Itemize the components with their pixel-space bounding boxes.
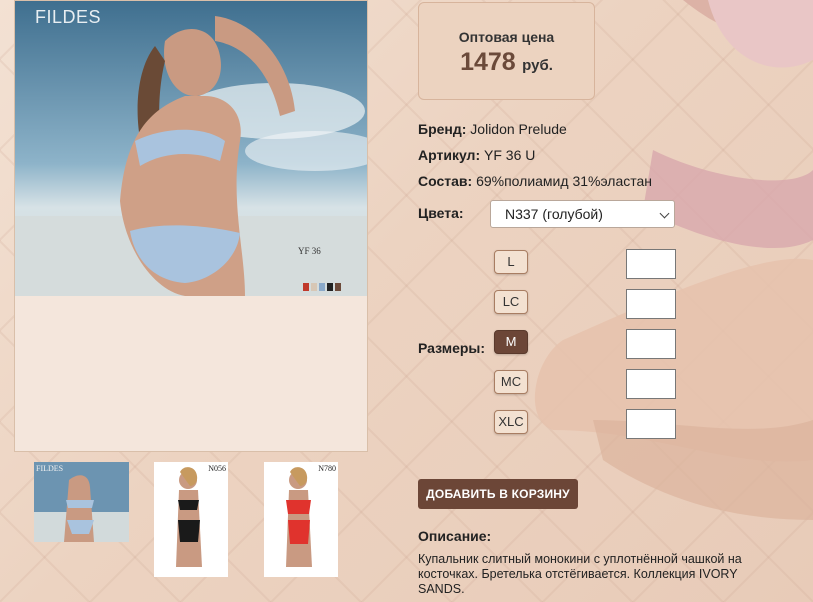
brand-value: Jolidon Prelude (470, 121, 567, 137)
thumbnail-label: FILDES (36, 464, 64, 473)
sizes-label: Размеры: (418, 340, 486, 356)
price-label: Оптовая цена (458, 29, 555, 45)
quantity-input-xlc[interactable] (626, 409, 676, 439)
thumbnail-image-red (264, 462, 338, 577)
article-label: Артикул: (418, 147, 481, 163)
thumbnail-2[interactable]: N056 (154, 462, 228, 577)
add-to-cart-button[interactable]: ДОБАВИТЬ В КОРЗИНУ (418, 479, 578, 509)
size-button-xlc[interactable]: XLC (494, 410, 528, 434)
composition-value: 69%полиамид 31%эластан (476, 173, 653, 189)
photo-model-code: YF 36 (298, 246, 321, 256)
size-button-l[interactable]: L (494, 250, 528, 274)
quantity-input-lc[interactable] (626, 289, 676, 319)
composition-row: Состав: 69%полиамид 31%эластан (418, 173, 652, 189)
quantity-input-m[interactable] (626, 329, 676, 359)
color-select-value: N337 (голубой) (505, 206, 603, 222)
thumbnail-label: N056 (208, 464, 226, 473)
thumbnail-3[interactable]: N780 (264, 462, 338, 577)
quantity-input-mc[interactable] (626, 369, 676, 399)
description-title: Описание: (418, 528, 492, 544)
price-row: 1478 руб. (419, 48, 594, 77)
wholesale-price-box: Оптовая цена 1478 руб. (418, 2, 595, 100)
size-button-mc[interactable]: MC (494, 370, 528, 394)
article-row: Артикул: YF 36 U (418, 147, 535, 163)
colors-label: Цвета: (418, 205, 464, 221)
description-text: Купальник слитный монокини с уплотнённой… (418, 552, 742, 596)
size-button-m[interactable]: M (494, 330, 528, 354)
thumbnail-1[interactable]: FILDES (34, 462, 129, 542)
thumbnail-image-blue (34, 462, 129, 542)
article-value: YF 36 U (484, 147, 536, 163)
product-main-image[interactable]: FILDES YF 36 (14, 0, 368, 452)
brand-label: Бренд: (418, 121, 467, 137)
size-button-lc[interactable]: LC (494, 290, 528, 314)
price-value: 1478 (460, 48, 516, 76)
composition-label: Состав: (418, 173, 473, 189)
photo-brand-mark: FILDES (35, 7, 102, 27)
brand-row: Бренд: Jolidon Prelude (418, 121, 567, 137)
thumbnail-label: N780 (318, 464, 336, 473)
chevron-down-icon (659, 208, 670, 219)
thumbnail-image-black (154, 462, 228, 577)
price-currency: руб. (522, 57, 553, 74)
color-select[interactable]: N337 (голубой) (490, 200, 675, 228)
quantity-input-l[interactable] (626, 249, 676, 279)
